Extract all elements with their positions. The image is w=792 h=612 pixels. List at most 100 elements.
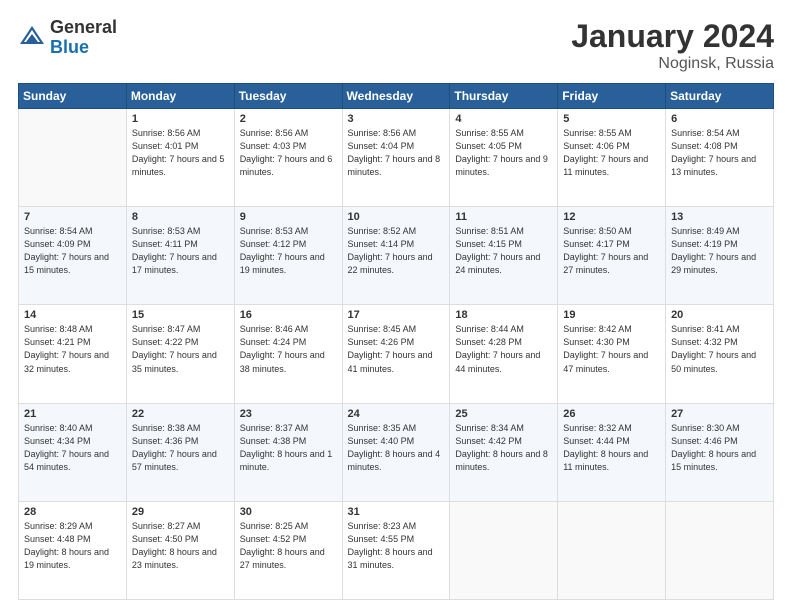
day-header-thursday: Thursday: [450, 84, 558, 109]
logo: General Blue: [18, 18, 117, 58]
day-cell: 14 Sunrise: 8:48 AMSunset: 4:21 PMDayligh…: [19, 305, 127, 403]
page: General Blue January 2024 Noginsk, Russi…: [0, 0, 792, 612]
day-number: 7: [24, 211, 121, 223]
day-number: 22: [132, 408, 229, 420]
day-cell: 3 Sunrise: 8:56 AMSunset: 4:04 PMDaylight…: [342, 109, 450, 207]
day-info: Sunrise: 8:30 AMSunset: 4:46 PMDaylight:…: [671, 422, 768, 474]
day-number: 15: [132, 309, 229, 321]
day-cell: 21 Sunrise: 8:40 AMSunset: 4:34 PMDayligh…: [19, 403, 127, 501]
day-cell: 16Sunrise: 8:46 AMSunset: 4:24 PMDayligh…: [234, 305, 342, 403]
day-info: Sunrise: 8:34 AMSunset: 4:42 PMDaylight:…: [455, 422, 552, 474]
day-info: Sunrise: 8:37 AMSunset: 4:38 PMDaylight:…: [240, 422, 337, 474]
day-info: Sunrise: 8:27 AMSunset: 4:50 PMDaylight:…: [132, 520, 229, 572]
day-cell: 17 Sunrise: 8:45 AMSunset: 4:26 PMDayligh…: [342, 305, 450, 403]
day-cell: 2 Sunrise: 8:56 AMSunset: 4:03 PMDaylight…: [234, 109, 342, 207]
day-header-monday: Monday: [126, 84, 234, 109]
day-cell: 11Sunrise: 8:51 AMSunset: 4:15 PMDayligh…: [450, 207, 558, 305]
header: General Blue January 2024 Noginsk, Russi…: [18, 18, 774, 73]
day-cell: [19, 109, 127, 207]
day-cell: 27 Sunrise: 8:30 AMSunset: 4:46 PMDayligh…: [666, 403, 774, 501]
day-cell: 10Sunrise: 8:52 AMSunset: 4:14 PMDayligh…: [342, 207, 450, 305]
day-cell: 19Sunrise: 8:42 AMSunset: 4:30 PMDayligh…: [558, 305, 666, 403]
day-number: 12: [563, 211, 660, 223]
day-cell: 26 Sunrise: 8:32 AMSunset: 4:44 PMDayligh…: [558, 403, 666, 501]
week-row-2: 7 Sunrise: 8:54 AMSunset: 4:09 PMDaylight…: [19, 207, 774, 305]
day-info: Sunrise: 8:53 AMSunset: 4:12 PMDaylight:…: [240, 225, 337, 277]
day-cell: 9 Sunrise: 8:53 AMSunset: 4:12 PMDaylight…: [234, 207, 342, 305]
logo-general: General: [50, 17, 117, 37]
day-info: Sunrise: 8:50 AMSunset: 4:17 PMDaylight:…: [563, 225, 660, 277]
day-number: 5: [563, 113, 660, 125]
day-info: Sunrise: 8:40 AMSunset: 4:34 PMDaylight:…: [24, 422, 121, 474]
day-info: Sunrise: 8:29 AMSunset: 4:48 PMDaylight:…: [24, 520, 121, 572]
day-info: Sunrise: 8:38 AMSunset: 4:36 PMDaylight:…: [132, 422, 229, 474]
day-number: 4: [455, 113, 552, 125]
day-number: 6: [671, 113, 768, 125]
day-cell: 7 Sunrise: 8:54 AMSunset: 4:09 PMDaylight…: [19, 207, 127, 305]
day-number: 20: [671, 309, 768, 321]
day-info: Sunrise: 8:53 AMSunset: 4:11 PMDaylight:…: [132, 225, 229, 277]
day-info: Sunrise: 8:55 AMSunset: 4:05 PMDaylight:…: [455, 127, 552, 179]
day-info: Sunrise: 8:54 AMSunset: 4:08 PMDaylight:…: [671, 127, 768, 179]
day-info: Sunrise: 8:47 AMSunset: 4:22 PMDaylight:…: [132, 323, 229, 375]
day-info: Sunrise: 8:56 AMSunset: 4:04 PMDaylight:…: [348, 127, 445, 179]
day-number: 26: [563, 408, 660, 420]
day-cell: 8 Sunrise: 8:53 AMSunset: 4:11 PMDaylight…: [126, 207, 234, 305]
day-number: 21: [24, 408, 121, 420]
day-info: Sunrise: 8:42 AMSunset: 4:30 PMDaylight:…: [563, 323, 660, 375]
day-cell: 23 Sunrise: 8:37 AMSunset: 4:38 PMDayligh…: [234, 403, 342, 501]
day-number: 9: [240, 211, 337, 223]
day-number: 29: [132, 506, 229, 518]
calendar-subtitle: Noginsk, Russia: [571, 55, 774, 73]
day-cell: 22 Sunrise: 8:38 AMSunset: 4:36 PMDayligh…: [126, 403, 234, 501]
day-cell: 12 Sunrise: 8:50 AMSunset: 4:17 PMDayligh…: [558, 207, 666, 305]
day-cell: 15 Sunrise: 8:47 AMSunset: 4:22 PMDayligh…: [126, 305, 234, 403]
calendar-title: January 2024: [571, 18, 774, 55]
day-info: Sunrise: 8:56 AMSunset: 4:03 PMDaylight:…: [240, 127, 337, 179]
day-cell: 1Sunrise: 8:56 AMSunset: 4:01 PMDaylight…: [126, 109, 234, 207]
day-number: 3: [348, 113, 445, 125]
day-cell: 13Sunrise: 8:49 AMSunset: 4:19 PMDayligh…: [666, 207, 774, 305]
day-info: Sunrise: 8:54 AMSunset: 4:09 PMDaylight:…: [24, 225, 121, 277]
day-cell: 5Sunrise: 8:55 AMSunset: 4:06 PMDaylight…: [558, 109, 666, 207]
day-number: 17: [348, 309, 445, 321]
day-info: Sunrise: 8:41 AMSunset: 4:32 PMDaylight:…: [671, 323, 768, 375]
day-cell: 24 Sunrise: 8:35 AMSunset: 4:40 PMDayligh…: [342, 403, 450, 501]
day-number: 24: [348, 408, 445, 420]
day-number: 28: [24, 506, 121, 518]
day-header-sunday: Sunday: [19, 84, 127, 109]
day-number: 25: [455, 408, 552, 420]
day-info: Sunrise: 8:35 AMSunset: 4:40 PMDaylight:…: [348, 422, 445, 474]
day-cell: [558, 501, 666, 599]
week-row-3: 14 Sunrise: 8:48 AMSunset: 4:21 PMDayligh…: [19, 305, 774, 403]
week-row-1: 1Sunrise: 8:56 AMSunset: 4:01 PMDaylight…: [19, 109, 774, 207]
day-number: 16: [240, 309, 337, 321]
day-cell: 30 Sunrise: 8:25 AMSunset: 4:52 PMDayligh…: [234, 501, 342, 599]
day-info: Sunrise: 8:25 AMSunset: 4:52 PMDaylight:…: [240, 520, 337, 572]
day-info: Sunrise: 8:51 AMSunset: 4:15 PMDaylight:…: [455, 225, 552, 277]
day-number: 1: [132, 113, 229, 125]
day-info: Sunrise: 8:45 AMSunset: 4:26 PMDaylight:…: [348, 323, 445, 375]
day-cell: 31Sunrise: 8:23 AMSunset: 4:55 PMDayligh…: [342, 501, 450, 599]
day-header-wednesday: Wednesday: [342, 84, 450, 109]
day-number: 31: [348, 506, 445, 518]
day-header-saturday: Saturday: [666, 84, 774, 109]
day-info: Sunrise: 8:48 AMSunset: 4:21 PMDaylight:…: [24, 323, 121, 375]
day-number: 30: [240, 506, 337, 518]
day-number: 2: [240, 113, 337, 125]
day-cell: 25 Sunrise: 8:34 AMSunset: 4:42 PMDayligh…: [450, 403, 558, 501]
day-header-friday: Friday: [558, 84, 666, 109]
day-info: Sunrise: 8:52 AMSunset: 4:14 PMDaylight:…: [348, 225, 445, 277]
day-info: Sunrise: 8:32 AMSunset: 4:44 PMDaylight:…: [563, 422, 660, 474]
day-number: 23: [240, 408, 337, 420]
title-block: January 2024 Noginsk, Russia: [571, 18, 774, 73]
day-info: Sunrise: 8:49 AMSunset: 4:19 PMDaylight:…: [671, 225, 768, 277]
day-number: 18: [455, 309, 552, 321]
day-cell: 18Sunrise: 8:44 AMSunset: 4:28 PMDayligh…: [450, 305, 558, 403]
day-cell: 29 Sunrise: 8:27 AMSunset: 4:50 PMDayligh…: [126, 501, 234, 599]
week-row-5: 28 Sunrise: 8:29 AMSunset: 4:48 PMDayligh…: [19, 501, 774, 599]
day-number: 27: [671, 408, 768, 420]
day-number: 8: [132, 211, 229, 223]
day-cell: [666, 501, 774, 599]
day-number: 14: [24, 309, 121, 321]
